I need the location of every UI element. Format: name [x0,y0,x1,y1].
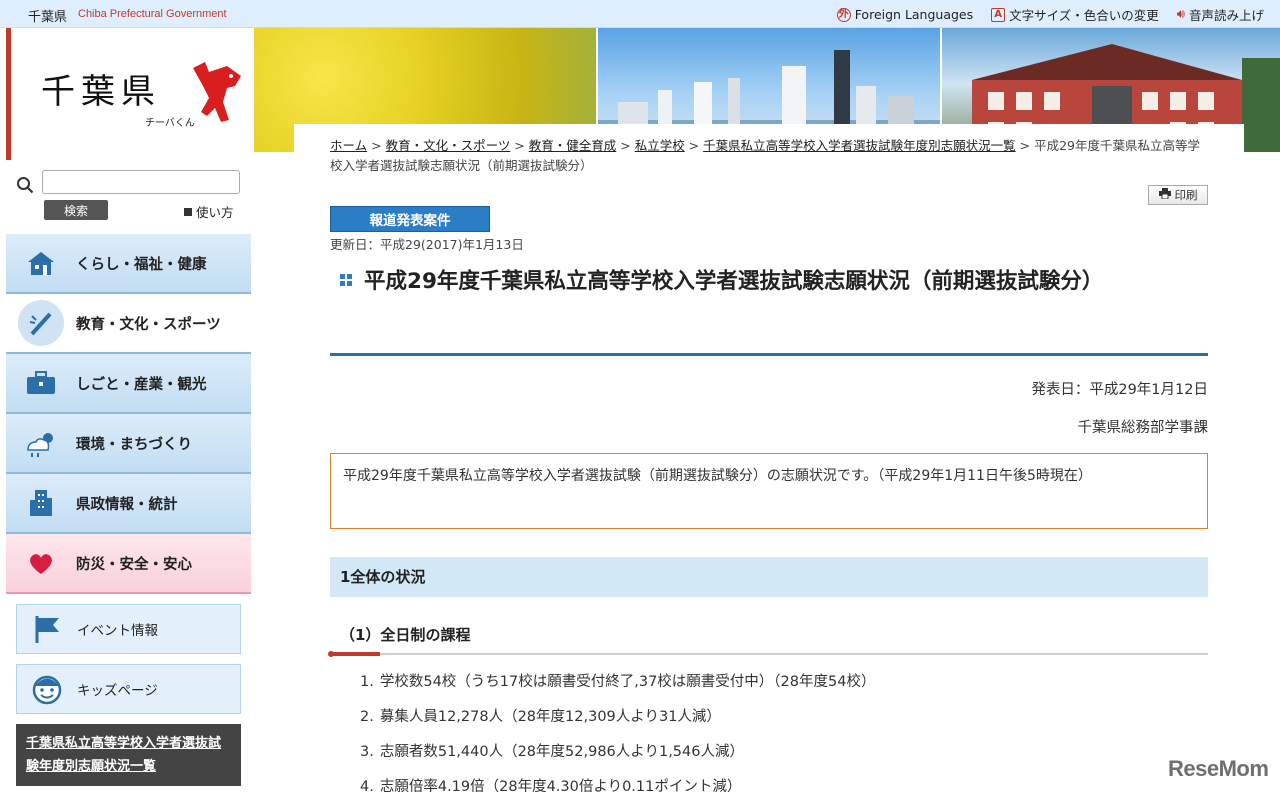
list-item: 1. 学校数54校（うち17校は願書受付終了,37校は願書受付中）（28年度54校… [360,674,876,690]
breadcrumb: ホーム > 教育・文化・スポーツ > 教育・健全育成 > 私立学校 > 千葉県私… [330,138,1200,173]
list-item: 3. 志願者数51,440人（28年度52,986人より1,546人減） [360,744,744,760]
breadcrumb-home[interactable]: ホーム [330,138,367,153]
search-howto-link[interactable]: 使い方 [184,202,234,221]
brand-ja: 千葉県 [28,10,68,25]
list-item: 4. 志願倍率4.19倍（28年度4.30倍より0.11ポイント減） [360,779,742,792]
font-size-color-link[interactable]: A 文字サイズ・色合いの変更 [991,5,1159,24]
category-nav: くらし・福祉・健康 教育・文化・スポーツ しごと・産業・観光 環境・まちづくり … [6,234,251,594]
subsection-divider-dot [328,651,334,657]
flag-icon [31,613,63,645]
event-info-link[interactable]: イベント情報 [16,604,241,654]
breadcrumb-youth-development[interactable]: 教育・健全育成 [529,138,617,153]
subsection-heading: （1）全日制の課程 [340,626,471,644]
stats-list: 1. 学校数54校（うち17校は願書受付終了,37校は願書受付中）（28年度54校… [360,670,875,792]
print-button[interactable]: 印刷 [1148,185,1208,205]
search-icon [17,177,34,194]
pen-icon [18,300,64,346]
nav-item-education-culture-sports[interactable]: 教育・文化・スポーツ [6,294,251,354]
nav-item-life-welfare-health[interactable]: くらし・福祉・健康 [6,234,251,294]
title-divider [330,353,1208,356]
font-size-icon: A [991,7,1006,22]
nav-item-government-statistics[interactable]: 県政情報・統計 [6,474,251,534]
notice-box: 平成29年度千葉県私立高等学校入学者選抜試験（前期選抜試験分）の志願状況です。（… [330,453,1208,529]
read-aloud-link[interactable]: 🔊︎ 音声読み上げ [1177,5,1264,24]
top-bar: 千葉県 Chiba Prefectural Government 外 Forei… [0,0,1280,28]
updated-date: 更新日：平成29(2017)年1月13日 [330,237,524,252]
title-bullet-icon [340,274,352,286]
section-heading: 1全体の状況 [330,557,1208,597]
kid-face-icon [31,673,63,705]
chiba-kun-mascot-icon [193,62,241,122]
search-input[interactable] [42,170,240,194]
yearly-application-status-link[interactable]: 千葉県私立高等学校入学者選抜試験年度別志願状況一覧 [26,736,221,774]
mascot-label: チーバくん [145,118,195,129]
related-link-box: 千葉県私立高等学校入学者選抜試験年度別志願状況一覧 [16,724,241,786]
weather-icon [18,420,64,466]
subsection-divider [330,653,1208,655]
search-button[interactable]: 検索 [44,200,108,220]
breadcrumb-education[interactable]: 教育・文化・スポーツ [386,138,511,153]
house-icon [18,240,64,286]
speaker-icon: 🔊︎ [1176,7,1185,22]
breadcrumb-private-schools[interactable]: 私立学校 [635,138,685,153]
resemom-watermark: ReseMom [1168,756,1269,781]
logo-text: 千葉県 [41,72,161,112]
top-links: 外 Foreign Languages A 文字サイズ・色合いの変更 🔊︎ 音声… [836,5,1264,24]
list-item: 2. 募集人員12,278人（28年度12,309人より31人減） [360,709,721,725]
department: 千葉県総務部学事課 [1077,420,1209,436]
heart-icon [18,540,64,586]
briefcase-icon [18,360,64,406]
foreign-languages-link[interactable]: 外 Foreign Languages [836,5,973,24]
brand-en: Chiba Prefectural Government [78,8,227,20]
printer-icon [1158,188,1171,202]
publish-date: 発表日：平成29年1月12日 [1031,382,1208,398]
sidebar: 千葉県 チーバくん 検索 使い方 くらし・福祉・健康 教育・文化・スポーツ しご… [0,28,252,792]
kids-page-link[interactable]: キッズページ [16,664,241,714]
main-content: ホーム > 教育・文化・スポーツ > 教育・健全育成 > 私立学校 > 千葉県私… [294,124,1244,792]
globe-icon: 外 [836,7,851,22]
site-logo[interactable]: 千葉県 チーバくん [6,28,250,160]
square-bullet-icon [184,207,192,216]
subsection-divider-accent [330,652,380,656]
breadcrumb-yearly-status-list[interactable]: 千葉県私立高等学校入学者選抜試験年度別志願状況一覧 [703,138,1016,153]
nav-item-work-industry-tourism[interactable]: しごと・産業・観光 [6,354,251,414]
nav-item-disaster-safety[interactable]: 防災・安全・安心 [6,534,251,594]
page-title: 平成29年度千葉県私立高等学校入学者選抜試験志願状況（前期選抜試験分） [364,269,1104,294]
nav-item-environment-urban[interactable]: 環境・まちづくり [6,414,251,474]
press-release-badge: 報道発表案件 [330,206,490,232]
building-icon [18,480,64,526]
